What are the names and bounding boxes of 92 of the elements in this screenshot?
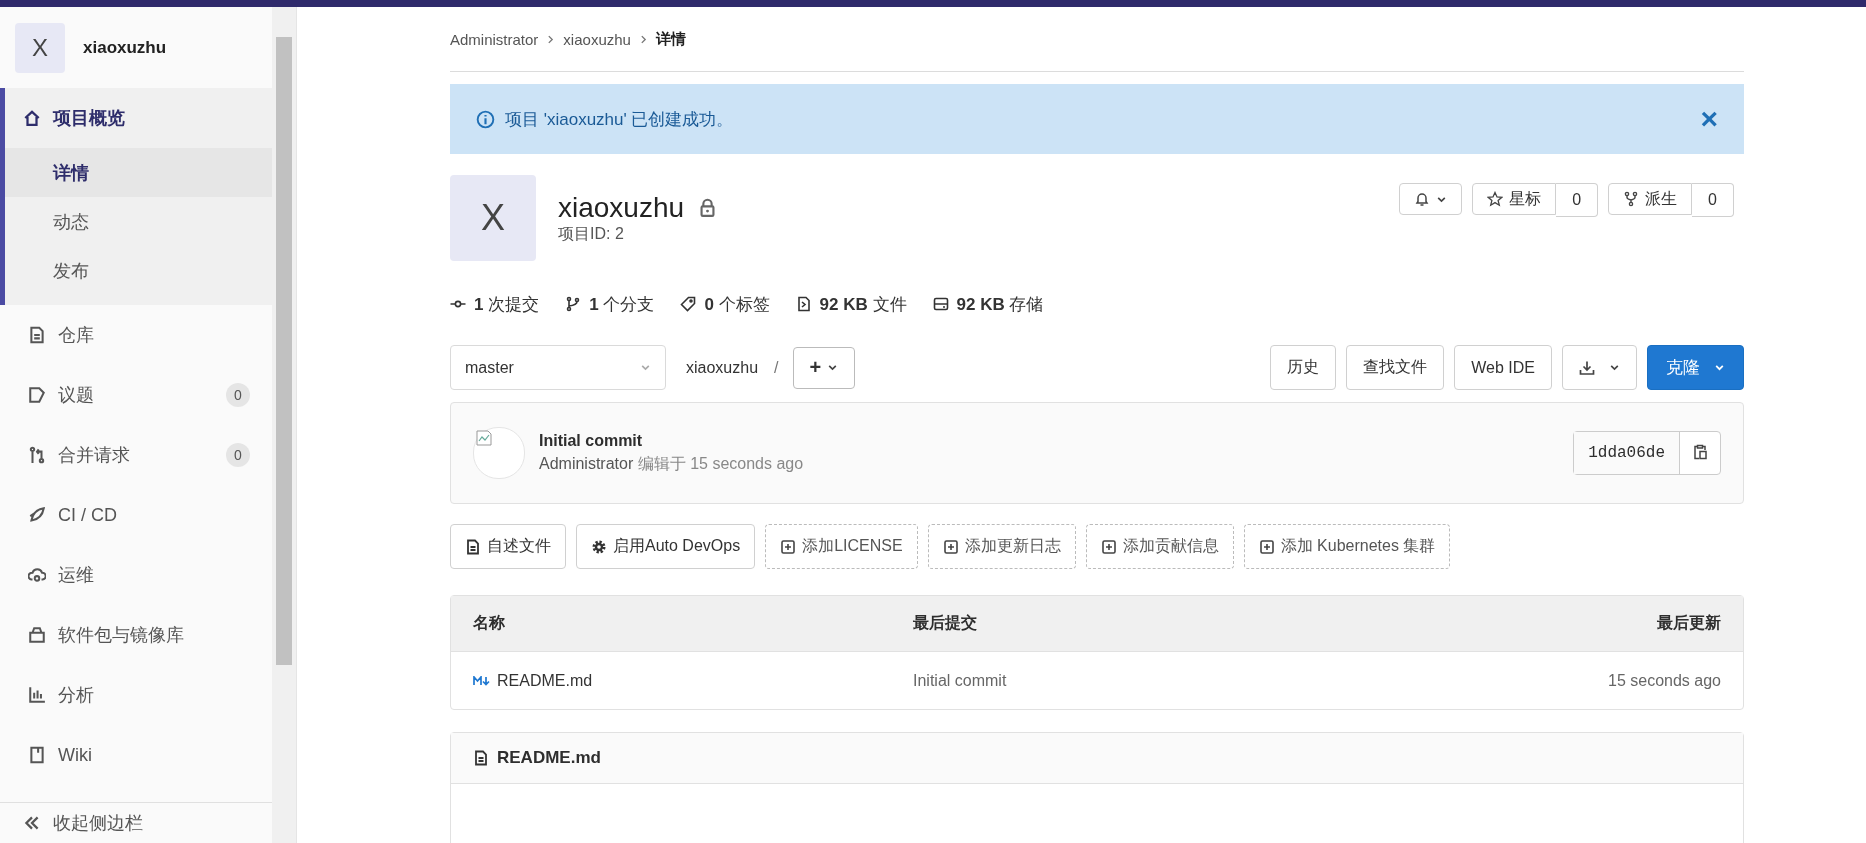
double-chevron-icon <box>23 814 41 832</box>
bell-icon <box>1414 191 1431 207</box>
star-button[interactable]: 星标 <box>1472 183 1557 215</box>
quick-action-button[interactable]: 添加 Kubernetes 集群 <box>1243 524 1451 569</box>
chart-icon <box>28 686 46 704</box>
clone-button[interactable]: 克隆 <box>1647 345 1744 390</box>
project-name[interactable]: xiaoxuzhu <box>83 37 167 58</box>
quick-action-button[interactable]: 添加贡献信息 <box>1085 524 1234 569</box>
download-dropdown-button[interactable] <box>1562 345 1637 390</box>
sidebar-item[interactable]: 仓库 <box>5 305 272 365</box>
info-icon <box>476 109 495 129</box>
star-count[interactable]: 0 <box>1556 183 1599 217</box>
table-cell-text: 15 seconds ago <box>1607 671 1722 690</box>
files-icon <box>795 296 812 312</box>
star-icon <box>1487 191 1504 207</box>
sidebar-item[interactable]: 项目概览 <box>0 88 272 148</box>
fork-count[interactable]: 0 <box>1692 183 1734 217</box>
book-icon <box>28 746 46 764</box>
commit-meta: Administrator 编辑于 15 seconds ago <box>539 453 805 474</box>
project-id: 项目ID: 2 <box>558 223 625 244</box>
quick-action-button[interactable]: 自述文件 <box>450 524 566 569</box>
chevron-icon <box>546 34 556 44</box>
broken-image-icon <box>476 430 492 446</box>
cloud-icon <box>28 566 46 584</box>
sidebar-item[interactable]: Wiki <box>5 725 272 785</box>
quick-action-button[interactable]: 启用Auto DevOps <box>576 524 756 569</box>
sidebar-item[interactable]: 运维 <box>5 545 272 605</box>
breadcrumb-link[interactable]: 详情 <box>655 29 686 49</box>
issue-icon <box>28 386 46 404</box>
sidebar-item[interactable]: 分析 <box>5 665 272 725</box>
commit-sha[interactable]: 1dda06de <box>1574 432 1680 474</box>
project-avatar[interactable]: X <box>15 22 65 73</box>
toolbar-button[interactable]: 历史 <box>1270 345 1337 390</box>
document-icon <box>465 538 481 555</box>
fork-button[interactable]: 派生 <box>1608 183 1693 215</box>
tag-icon <box>680 296 697 312</box>
storage-icon <box>932 296 949 312</box>
fork-icon <box>1623 191 1640 207</box>
sidebar-subitem[interactable]: 动态 <box>5 197 272 246</box>
alert-message: 项目 'xiaoxuzhu' 已创建成功。 <box>505 108 735 131</box>
count-badge: 0 <box>226 383 250 407</box>
toolbar-button[interactable]: Web IDE <box>1454 345 1552 390</box>
merge-icon <box>28 446 46 464</box>
plus-square-icon <box>1258 538 1275 555</box>
sidebar-item[interactable]: 合并请求 0 <box>5 425 272 485</box>
column-header: 最后提交 <box>913 613 978 633</box>
project-avatar: X <box>450 175 536 261</box>
document-icon <box>473 750 489 766</box>
plus-square-icon <box>780 538 797 555</box>
breadcrumb-link[interactable]: xiaoxuzhu <box>563 30 631 48</box>
column-header: 最后更新 <box>1656 613 1722 633</box>
rocket-icon <box>28 506 46 524</box>
lock-icon <box>698 198 718 217</box>
quick-action-button[interactable]: 添加更新日志 <box>927 524 1076 569</box>
sidebar-subitem[interactable]: 详情 <box>5 148 272 197</box>
clipboard-icon <box>1692 443 1708 460</box>
repository-path-link[interactable]: xiaoxuzhu <box>686 358 759 377</box>
sidebar-item[interactable]: 软件包与镜像库 <box>5 605 272 665</box>
column-header: 名称 <box>472 613 506 633</box>
quick-action-button[interactable]: 添加LICENSE <box>765 524 918 569</box>
toolbar-button[interactable]: 查找文件 <box>1346 345 1445 390</box>
branch-icon <box>565 296 582 312</box>
scrollbar[interactable] <box>272 7 296 843</box>
branch-dropdown[interactable]: master <box>450 345 666 390</box>
download-icon <box>1579 359 1595 376</box>
chevron-icon <box>638 34 648 44</box>
plus-square-icon <box>942 538 959 555</box>
stat-link[interactable]: 92 KB 存储 <box>932 292 1044 316</box>
home-icon <box>23 109 41 127</box>
gear-icon <box>591 538 607 555</box>
readme-title: README.md <box>497 748 601 768</box>
sidebar-item[interactable]: CI / CD <box>5 485 272 545</box>
stat-link[interactable]: 1 次提交 <box>450 292 540 316</box>
plus-square-icon <box>1100 538 1117 555</box>
commit-message-link[interactable]: Initial commit <box>913 671 1421 690</box>
sidebar-subitem[interactable]: 发布 <box>5 246 272 295</box>
notification-button[interactable] <box>1399 183 1463 215</box>
markdown-icon <box>473 675 491 686</box>
project-title: xiaoxuzhu <box>558 191 685 224</box>
path-separator: / <box>774 358 779 377</box>
package-icon <box>28 626 46 644</box>
commit-title-link[interactable]: Initial commit <box>539 431 1574 450</box>
stat-link[interactable]: 1 个分支 <box>565 292 655 316</box>
stat-link[interactable]: 92 KB 文件 <box>795 292 907 316</box>
sidebar-item[interactable]: 议题 0 <box>5 365 272 425</box>
add-dropdown-button[interactable]: + <box>792 346 856 389</box>
count-badge: 0 <box>226 443 250 467</box>
stat-link[interactable]: 0 个标签 <box>680 292 770 316</box>
close-button[interactable]: × <box>1700 104 1718 134</box>
breadcrumb-link[interactable]: Administrator <box>450 30 539 48</box>
file-icon <box>28 326 46 344</box>
file-name-link[interactable]: README.md <box>451 671 913 690</box>
